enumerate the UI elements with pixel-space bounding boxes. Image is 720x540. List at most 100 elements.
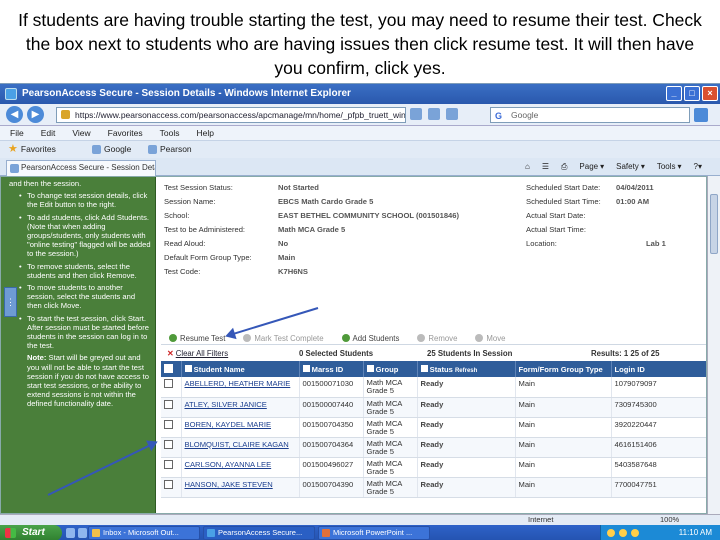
quick-launch-icon[interactable] — [78, 528, 87, 538]
zoom-level[interactable]: 100% — [660, 515, 679, 525]
resume-icon — [169, 334, 177, 342]
row-checkbox[interactable] — [164, 439, 173, 449]
move-button[interactable]: Move — [475, 332, 506, 344]
refresh-icon[interactable] — [428, 108, 440, 120]
row-checkbox[interactable] — [164, 459, 173, 469]
student-name-link[interactable]: BLOMQUIST, CLAIRE KAGAN — [181, 437, 300, 458]
print-icon[interactable]: ⎙ — [561, 160, 567, 174]
pearson-favicon-icon — [148, 145, 157, 154]
menu-file[interactable]: File — [10, 126, 24, 140]
select-all-checkbox[interactable] — [164, 363, 173, 373]
quick-launch-icon[interactable] — [66, 528, 75, 538]
window-controls: _ □ × — [666, 86, 718, 101]
start-label: Start — [22, 527, 45, 538]
row-checkbox[interactable] — [164, 379, 173, 388]
favorites-button[interactable]: ★ Favorites — [8, 141, 56, 158]
safety-menu[interactable]: Safety ▾ — [616, 160, 645, 174]
fav-link-pearson[interactable]: Pearson — [148, 141, 192, 158]
col-form[interactable]: Form/Form Group Type — [515, 361, 612, 377]
menu-view[interactable]: View — [72, 126, 90, 140]
url-field[interactable]: https://www.pearsonaccess.com/pearsonacc… — [56, 107, 406, 123]
tools-menu[interactable]: Tools ▾ — [657, 160, 682, 174]
row-checkbox[interactable] — [164, 479, 173, 489]
login-id: 5403587648 — [611, 457, 706, 478]
clear-filters-link[interactable]: ✕ Clear All Filters — [167, 348, 228, 360]
col-login-id[interactable]: Login ID — [611, 361, 706, 377]
menu-edit[interactable]: Edit — [41, 126, 56, 140]
tab-session-details[interactable]: PearsonAccess Secure - Session Details — [6, 160, 156, 176]
col-student-name[interactable]: Student Name — [181, 361, 300, 377]
tray-icon[interactable] — [619, 529, 627, 537]
student-name-link[interactable]: BOREN, KAYDEL MARIE — [181, 417, 300, 438]
tray-icon[interactable] — [607, 529, 615, 537]
menu-favorites[interactable]: Favorites — [108, 126, 143, 140]
student-name-link[interactable]: ABELLERD, HEATHER MARIE — [181, 377, 300, 398]
status: Ready — [417, 437, 516, 458]
task-label: PearsonAccess Secure... — [218, 528, 303, 537]
results-bar: ✕ Clear All Filters 0 Selected Students … — [161, 348, 706, 360]
mark-complete-button[interactable]: Mark Test Complete — [243, 332, 324, 344]
col-group[interactable]: Group — [363, 361, 418, 377]
feeds-icon[interactable]: ☰ — [542, 160, 549, 174]
close-button[interactable]: × — [702, 86, 718, 101]
add-students-button[interactable]: Add Students — [341, 332, 399, 344]
student-name-link[interactable]: ATLEY, SILVER JANICE — [181, 397, 300, 418]
group: Math MCA Grade 5 — [363, 417, 418, 438]
stop-icon[interactable] — [446, 108, 458, 120]
filter-checkbox[interactable] — [366, 364, 374, 372]
detail-value: Lab 1 — [646, 239, 666, 248]
address-bar: ◀ ▶ https://www.pearsonaccess.com/pearso… — [0, 104, 720, 126]
help-note: Note: Start will be greyed out and you w… — [9, 353, 151, 408]
vertical-scrollbar[interactable] — [707, 176, 720, 514]
minimize-button[interactable]: _ — [666, 86, 682, 101]
menu-help[interactable]: Help — [196, 126, 213, 140]
page-menu[interactable]: Page ▾ — [579, 160, 604, 174]
page-menu-label: Page — [579, 162, 599, 171]
maximize-button[interactable]: □ — [684, 86, 700, 101]
menu-tools[interactable]: Tools — [160, 126, 180, 140]
status: Ready — [417, 457, 516, 478]
student-name-link[interactable]: HANSON, JAKE STEVEN — [181, 477, 300, 498]
row-checkbox[interactable] — [164, 399, 173, 409]
scrollbar-thumb[interactable] — [710, 194, 718, 254]
row-checkbox[interactable] — [164, 419, 173, 429]
command-bar: ⌂ ☰ ⎙ Page ▾ Safety ▾ Tools ▾ ?▾ — [525, 160, 702, 174]
table-row: CARLSON, AYANNA LEE 001500496027 Math MC… — [161, 457, 706, 478]
login-id: 7309745300 — [611, 397, 706, 418]
detail-value: EAST BETHEL COMMUNITY SCHOOL (001501846) — [278, 211, 460, 220]
lock-status-icon[interactable] — [410, 108, 422, 120]
search-input[interactable]: G Google — [490, 107, 690, 123]
col-marss-id[interactable]: Marss ID — [299, 361, 364, 377]
help-icon[interactable]: ?▾ — [694, 160, 702, 174]
tab-bar: PearsonAccess Secure - Session Details ⌂… — [0, 158, 720, 176]
form-type: Main — [515, 437, 612, 458]
detail-location: Location: Lab 1 — [526, 239, 666, 250]
forward-arrow-icon[interactable]: ▶ — [27, 106, 44, 123]
collapse-panel-icon[interactable]: ⋮ — [4, 287, 17, 317]
resume-test-button[interactable]: Resume Test — [169, 332, 225, 344]
col-label: Student Name — [193, 364, 245, 374]
remove-button[interactable]: Remove — [417, 332, 457, 344]
start-button[interactable]: Start — [0, 525, 62, 540]
tray-icon[interactable] — [631, 529, 639, 537]
task-powerpoint[interactable]: Microsoft PowerPoint ... — [318, 526, 430, 540]
filter-checkbox[interactable] — [302, 364, 310, 372]
back-arrow-icon[interactable]: ◀ — [6, 106, 23, 123]
status: Ready — [417, 377, 516, 398]
refresh-link[interactable]: Refresh — [455, 368, 477, 374]
marss-id: 001500496027 — [299, 457, 364, 478]
detail-session-name: Session Name: EBCS Math Cardo Grade 5 — [164, 197, 373, 208]
col-status[interactable]: Status Refresh — [417, 361, 516, 377]
task-outlook[interactable]: Inbox - Microsoft Out... — [88, 526, 200, 540]
task-pearson[interactable]: PearsonAccess Secure... — [203, 526, 315, 540]
student-name-link[interactable]: CARLSON, AYANNA LEE — [181, 457, 300, 478]
group: Math MCA Grade 5 — [363, 397, 418, 418]
fav-link-google[interactable]: Google — [92, 141, 131, 158]
filter-checkbox[interactable] — [420, 364, 428, 372]
search-go-icon[interactable] — [694, 108, 708, 122]
task-label: Microsoft PowerPoint ... — [333, 528, 413, 537]
home-icon[interactable]: ⌂ — [525, 160, 530, 174]
title-bar: PearsonAccess Secure - Session Details -… — [0, 84, 720, 104]
filter-checkbox[interactable] — [184, 364, 192, 372]
task-label: Inbox - Microsoft Out... — [103, 528, 179, 537]
